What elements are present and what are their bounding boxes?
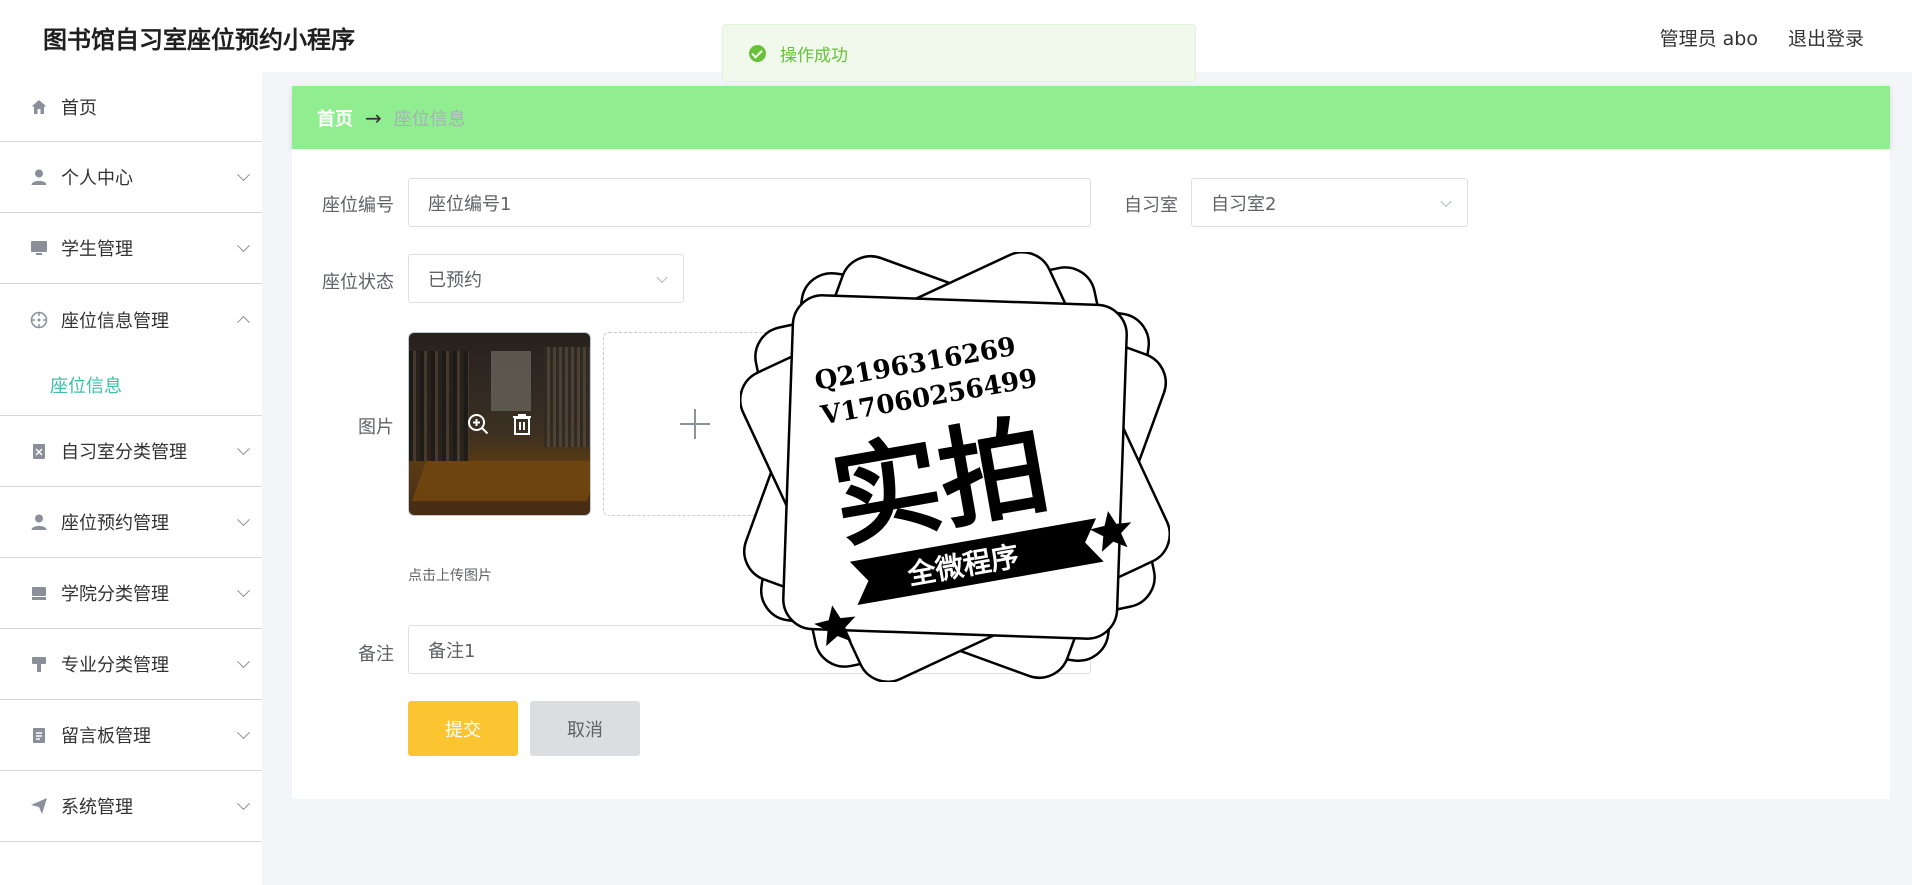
- user-icon: [29, 167, 49, 187]
- chevron-down-icon: [1440, 195, 1452, 207]
- user-icon: [29, 512, 49, 532]
- toast-message: 操作成功: [780, 45, 848, 66]
- status-label: 座位状态: [322, 272, 394, 293]
- sidebar-item-seat-management[interactable]: 座位信息管理: [0, 284, 262, 355]
- chevron-down-icon: [237, 239, 250, 253]
- breadcrumb-current: 座位信息: [393, 108, 466, 130]
- document-icon: [29, 725, 49, 745]
- app-title: 图书馆自习室座位预约小程序: [43, 26, 355, 54]
- chevron-down-icon: [237, 513, 250, 527]
- sidebar: 首页 个人中心 学生管理 座位信息管理 座位信息 自习室分类管理 座位预约管理: [0, 72, 262, 885]
- delete-icon[interactable]: [510, 412, 534, 436]
- sidebar-item-profile[interactable]: 个人中心: [0, 142, 262, 213]
- plus-icon: [679, 409, 710, 439]
- remark-label: 备注: [358, 644, 394, 665]
- sidebar-item-label: 个人中心: [61, 168, 133, 189]
- logout-link[interactable]: 退出登录: [1788, 24, 1864, 51]
- brush-icon: [29, 654, 49, 674]
- sidebar-item-label: 系统管理: [61, 797, 133, 818]
- sidebar-item-college-category[interactable]: 学院分类管理: [0, 558, 262, 629]
- breadcrumb-separator: →: [365, 105, 382, 130]
- chevron-down-icon: [237, 442, 250, 456]
- zoom-in-icon[interactable]: [466, 412, 490, 436]
- remark-input[interactable]: 备注1: [408, 625, 1091, 674]
- upload-hint: 点击上传图片: [408, 568, 492, 584]
- admin-name: 管理员 abo: [1659, 28, 1758, 50]
- user-area: 管理员 abo 退出登录: [1660, 24, 1864, 51]
- seat-no-value: 座位编号1: [428, 193, 512, 215]
- sidebar-item-label: 座位预约管理: [61, 513, 169, 534]
- sidebar-item-label: 学院分类管理: [61, 584, 169, 605]
- sidebar-item-major-category[interactable]: 专业分类管理: [0, 629, 262, 700]
- sidebar-item-label: 留言板管理: [61, 726, 151, 747]
- sidebar-item-label: 自习室分类管理: [61, 442, 187, 463]
- seat-no-input[interactable]: 座位编号1: [408, 178, 1091, 227]
- study-room-select[interactable]: 自习室2: [1191, 178, 1468, 227]
- uploaded-image[interactable]: [408, 332, 591, 516]
- box-icon: [29, 583, 49, 603]
- breadcrumb-home[interactable]: 首页: [317, 105, 353, 131]
- status-select[interactable]: 已预约: [408, 254, 684, 303]
- seat-no-label: 座位编号: [322, 195, 394, 216]
- sidebar-item-home[interactable]: 首页: [0, 72, 262, 142]
- sidebar-item-label: 首页: [61, 97, 97, 119]
- success-check-icon: [749, 44, 766, 62]
- monitor-icon: [29, 238, 49, 258]
- status-value: 已预约: [428, 269, 482, 291]
- breadcrumb: 首页 → 座位信息: [292, 86, 1890, 149]
- sidebar-item-label: 专业分类管理: [61, 655, 169, 676]
- sidebar-subitem-seat-info[interactable]: 座位信息: [0, 355, 262, 416]
- success-toast: 操作成功: [722, 24, 1196, 82]
- chevron-down-icon: [237, 584, 250, 598]
- chevron-down-icon: [237, 168, 250, 182]
- sidebar-item-system[interactable]: 系统管理: [0, 771, 262, 842]
- image-label: 图片: [358, 417, 394, 438]
- sidebar-item-reservations[interactable]: 座位预约管理: [0, 487, 262, 558]
- image-actions-overlay: [409, 333, 590, 515]
- chevron-down-icon: [656, 271, 668, 283]
- home-icon: [29, 97, 49, 117]
- chevron-down-icon: [237, 797, 250, 811]
- sidebar-item-students[interactable]: 学生管理: [0, 213, 262, 284]
- sidebar-item-message-board[interactable]: 留言板管理: [0, 700, 262, 771]
- cancel-button[interactable]: 取消: [530, 701, 640, 756]
- upload-button[interactable]: [603, 332, 786, 516]
- study-room-label: 自习室: [1124, 195, 1178, 216]
- compass-icon: [29, 310, 49, 330]
- submit-button[interactable]: 提交: [408, 701, 518, 756]
- sidebar-item-label: 学生管理: [61, 239, 133, 260]
- clipboard-icon: [29, 441, 49, 461]
- chevron-down-icon: [237, 726, 250, 740]
- chevron-up-icon: [237, 315, 250, 329]
- study-room-value: 自习室2: [1211, 193, 1277, 215]
- remark-value: 备注1: [428, 640, 476, 662]
- send-icon: [29, 796, 49, 816]
- sidebar-item-room-category[interactable]: 自习室分类管理: [0, 416, 262, 487]
- chevron-down-icon: [237, 655, 250, 669]
- sidebar-item-label: 座位信息管理: [61, 310, 169, 332]
